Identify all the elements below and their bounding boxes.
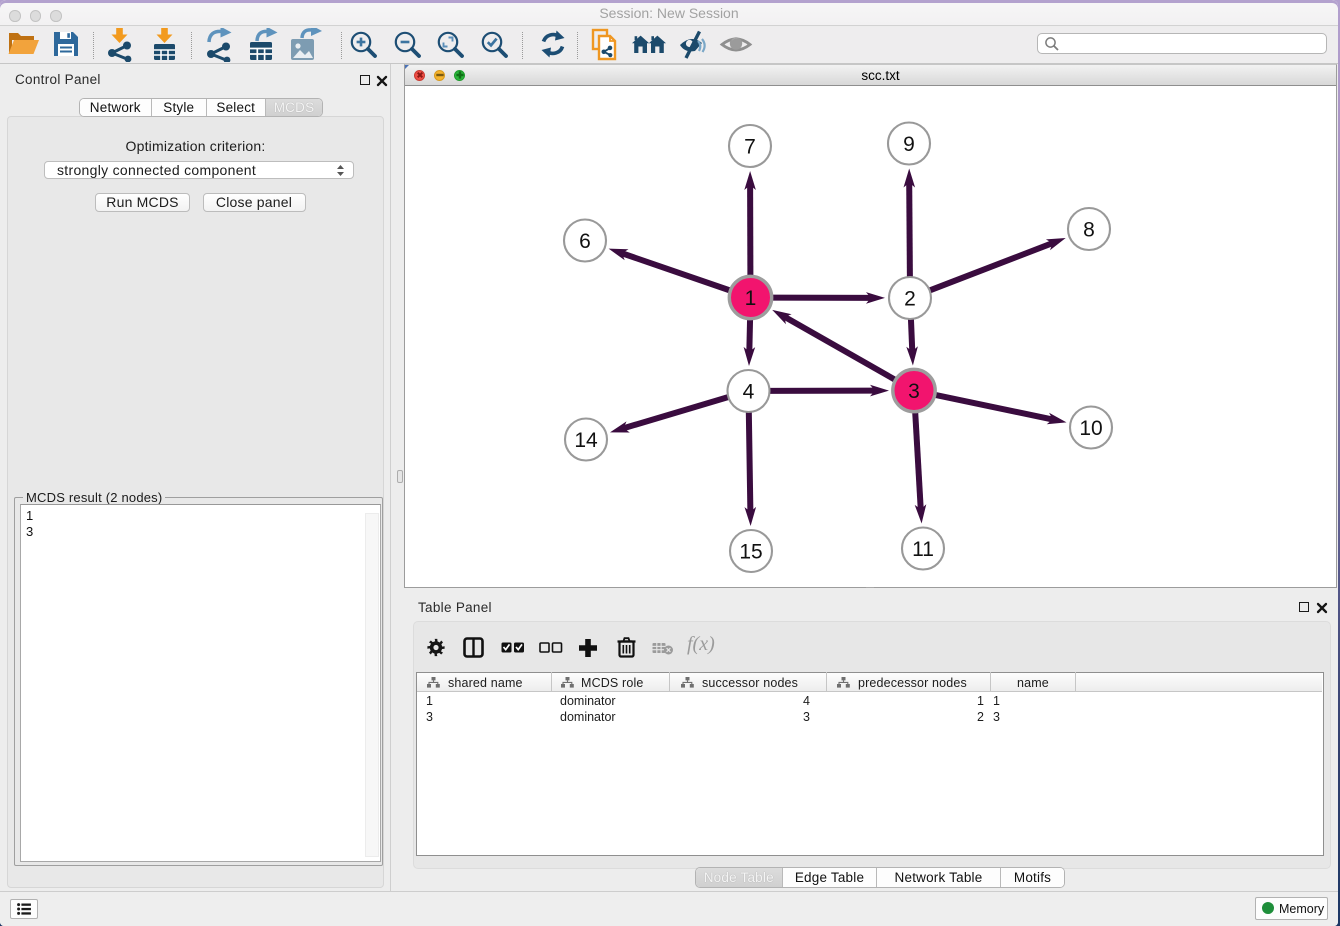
svg-text:6: 6 bbox=[579, 230, 591, 253]
svg-text:9: 9 bbox=[903, 133, 915, 156]
svg-text:2: 2 bbox=[904, 288, 916, 311]
svg-text:10: 10 bbox=[1079, 417, 1102, 440]
svg-text:15: 15 bbox=[739, 541, 762, 564]
svg-text:14: 14 bbox=[574, 429, 598, 452]
svg-text:11: 11 bbox=[912, 538, 934, 561]
svg-text:7: 7 bbox=[744, 136, 756, 159]
svg-text:3: 3 bbox=[908, 380, 920, 403]
svg-text:1: 1 bbox=[745, 287, 757, 310]
svg-text:4: 4 bbox=[743, 381, 755, 404]
svg-text:8: 8 bbox=[1083, 219, 1095, 242]
